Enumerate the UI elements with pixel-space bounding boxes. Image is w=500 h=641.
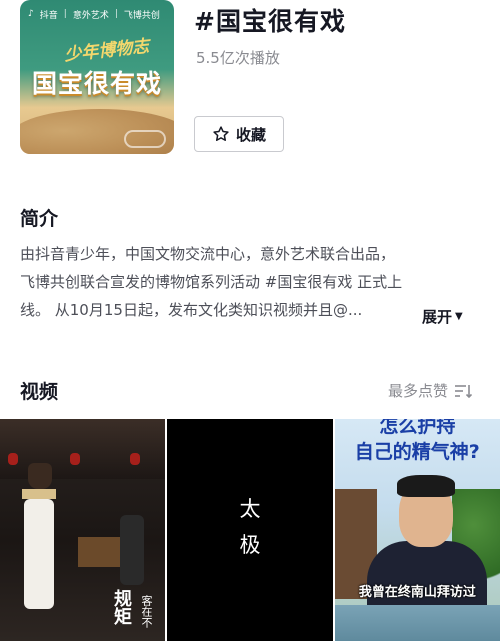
cover-title: 国宝很有戏 bbox=[31, 69, 162, 98]
expand-button[interactable]: 展开 ▼ bbox=[422, 306, 463, 327]
scene-bottom bbox=[334, 605, 500, 641]
speaker-body bbox=[366, 541, 487, 611]
lantern-decor bbox=[8, 453, 18, 465]
stool-prop bbox=[22, 489, 56, 499]
topic-cover-image: ♪ 抖音 | 意外艺术 | 飞博共创 少年博物志 国宝很有戏 bbox=[20, 0, 174, 154]
divider: | bbox=[63, 9, 67, 19]
lantern-decor bbox=[130, 453, 140, 465]
sort-button[interactable]: 最多点赞 bbox=[388, 380, 473, 401]
table-prop bbox=[78, 537, 120, 567]
video-tile[interactable]: 规矩 客在不 bbox=[0, 419, 166, 641]
expand-label: 展开 bbox=[422, 308, 453, 326]
video-tile[interactable]: 怎么护持 自己的精气神? 我曾在终南山拜访过 bbox=[334, 419, 500, 641]
jar-prop bbox=[28, 463, 52, 489]
star-icon bbox=[213, 126, 229, 141]
tile-caption: 我曾在终南山拜访过 bbox=[358, 585, 476, 600]
intro-line: 由抖音青少年，中国文物交流中心，意外艺术联合出品， bbox=[20, 245, 396, 263]
tile-caption: 规矩 bbox=[111, 589, 132, 625]
cover-brand: 抖音 bbox=[39, 10, 58, 21]
douyin-logo-icon: ♪ bbox=[28, 9, 34, 19]
cover-partner2: 飞博共创 bbox=[123, 10, 160, 21]
caret-down-icon: ▼ bbox=[455, 311, 463, 322]
intro-line: 飞博共创联合宣发的博物馆系列活动 #国宝很有戏 正式上 bbox=[20, 273, 403, 291]
sort-icon bbox=[455, 384, 473, 398]
scene-background bbox=[0, 419, 166, 479]
collect-button[interactable]: 收藏 bbox=[194, 116, 284, 152]
play-count: 5.5亿次播放 bbox=[196, 49, 280, 67]
cover-partner: 意外艺术 bbox=[72, 10, 109, 21]
seated-figure bbox=[120, 515, 144, 585]
video-tile[interactable]: 太 极 bbox=[167, 419, 333, 641]
headline-line: 自己的精气神? bbox=[354, 441, 480, 463]
videos-heading: 视频 bbox=[20, 381, 59, 403]
performer-figure bbox=[24, 499, 54, 609]
speaker-hair bbox=[396, 475, 455, 497]
intro-heading: 简介 bbox=[20, 208, 59, 230]
caption-line: 极 bbox=[239, 533, 261, 557]
lantern-decor bbox=[70, 453, 80, 465]
tile-headline: 怎么护持 自己的精气神? bbox=[335, 419, 500, 465]
tile-caption: 太 极 bbox=[167, 491, 332, 563]
caption-line: 太 bbox=[239, 497, 261, 521]
sort-label: 最多点赞 bbox=[388, 382, 449, 400]
intro-text: 由抖音青少年，中国文物交流中心，意外艺术联合出品， 飞博共创联合宣发的博物馆系列… bbox=[20, 240, 480, 324]
collect-label: 收藏 bbox=[235, 125, 266, 144]
topic-title: #国宝很有戏 bbox=[194, 7, 346, 36]
cover-cloud-decor bbox=[124, 130, 166, 148]
intro-line: 线。 从10月15日起，发布文化类知识视频并且@... bbox=[20, 301, 363, 319]
divider: | bbox=[114, 9, 118, 19]
cover-brand-bar: ♪ 抖音 | 意外艺术 | 飞博共创 bbox=[20, 0, 174, 28]
headline-line: 怎么护持 bbox=[379, 419, 456, 437]
cover-brush-text: 少年博物志 bbox=[63, 36, 151, 66]
video-grid: 规矩 客在不 太 极 怎么护持 自己的精气神? 我曾在终南山拜访过 bbox=[0, 419, 500, 641]
tile-subcaption: 客在不 bbox=[140, 595, 153, 628]
